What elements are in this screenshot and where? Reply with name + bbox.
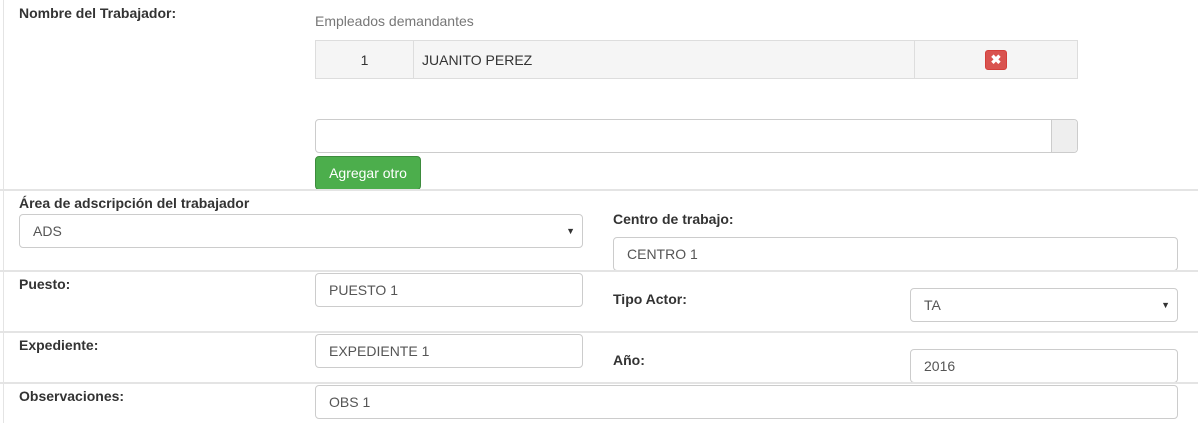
divider	[0, 382, 1198, 384]
table-row: 1 JUANITO PEREZ ✖	[315, 40, 1078, 79]
actor-type-select[interactable]: TA ▼	[910, 288, 1178, 322]
year-field[interactable]: 2016	[910, 349, 1178, 383]
worker-name-label: Nombre del Trabajador:	[19, 5, 177, 21]
row-name: JUANITO PEREZ	[414, 41, 915, 78]
close-icon: ✖	[990, 51, 1002, 67]
file-field[interactable]: EXPEDIENTE 1	[315, 334, 583, 368]
workplace-field[interactable]: CENTRO 1	[613, 237, 1178, 271]
row-actions: ✖	[915, 41, 1077, 78]
table-title: Empleados demandantes	[315, 13, 474, 29]
worker-search-input[interactable]	[316, 120, 1051, 152]
actor-type-select-value: TA	[924, 297, 941, 313]
divider	[0, 270, 1198, 272]
area-select[interactable]: ADS ▼	[19, 214, 583, 248]
delete-button[interactable]: ✖	[985, 49, 1007, 70]
year-label: Año:	[613, 352, 645, 368]
actor-type-label: Tipo Actor:	[613, 291, 687, 307]
area-select-value: ADS	[33, 223, 62, 239]
file-label: Expediente:	[19, 337, 99, 353]
chevron-down-icon: ▼	[566, 226, 575, 236]
area-label: Área de adscripción del trabajador	[19, 195, 250, 211]
workplace-label: Centro de trabajo:	[613, 211, 734, 227]
position-label: Puesto:	[19, 276, 71, 292]
worker-search-group	[315, 119, 1078, 153]
form-left-border	[3, 0, 4, 423]
notes-field[interactable]: OBS 1	[315, 385, 1178, 419]
search-addon	[1051, 120, 1077, 152]
chevron-down-icon: ▼	[1161, 300, 1170, 310]
notes-label: Observaciones:	[19, 388, 125, 404]
row-index: 1	[316, 41, 414, 78]
add-worker-button[interactable]: Agregar otro	[315, 156, 421, 190]
divider	[0, 331, 1198, 333]
divider	[0, 189, 1198, 191]
position-field[interactable]: PUESTO 1	[315, 273, 583, 307]
